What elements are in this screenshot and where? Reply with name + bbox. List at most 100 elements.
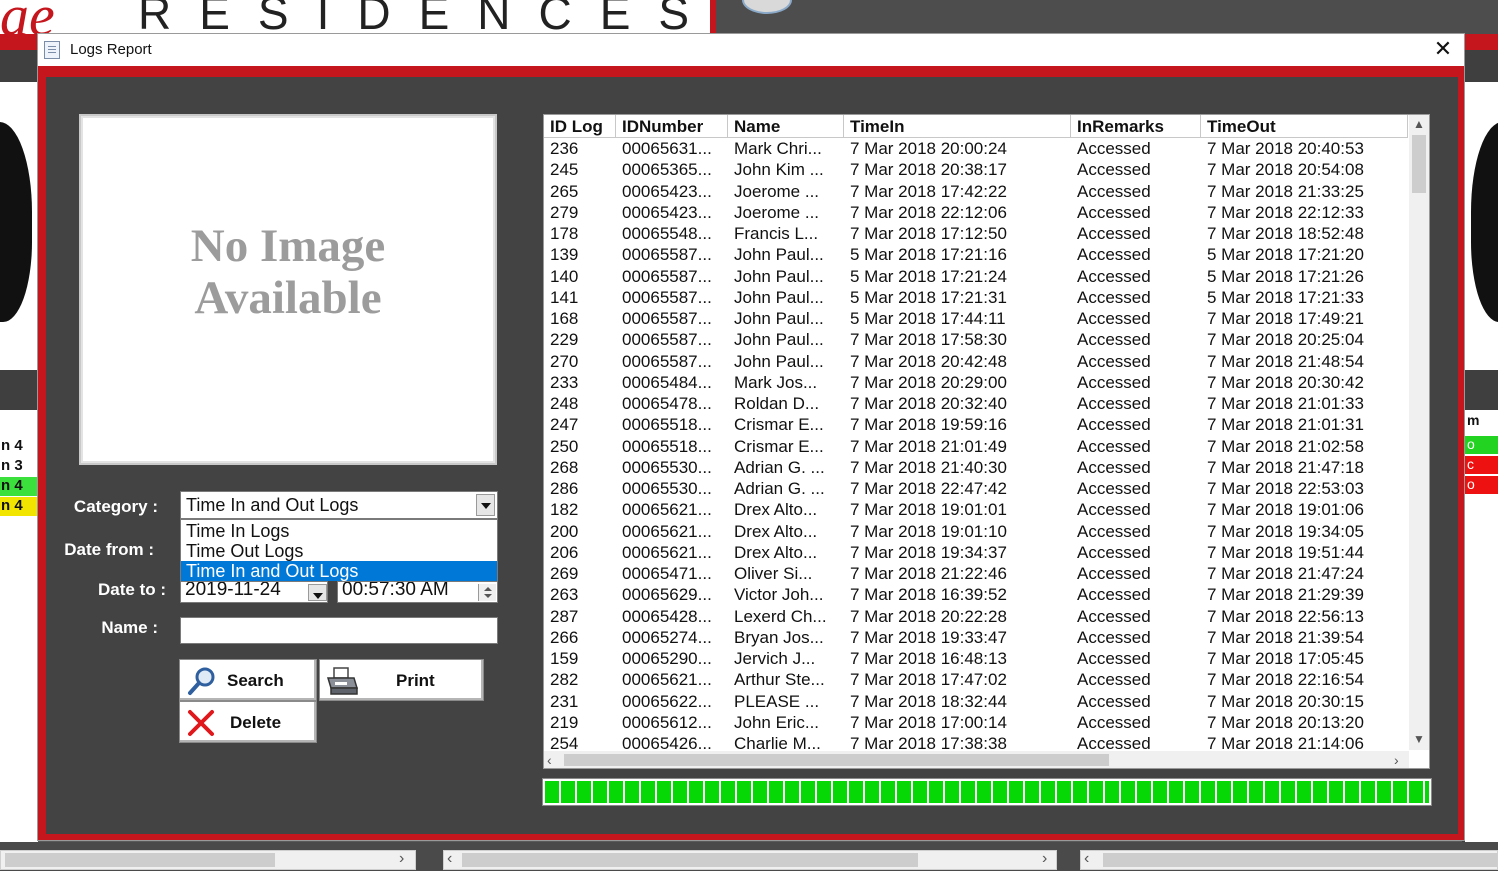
category-dropdown-list: Time In Logs Time Out Logs Time In and O… <box>180 519 498 581</box>
scroll-thumb[interactable] <box>564 754 1109 766</box>
table-row[interactable]: 168 00065587... John Paul... 5 Mar 2018 17:… <box>544 308 1408 329</box>
table-row[interactable]: 140 00065587... John Paul... 5 Mar 2018 17:… <box>544 266 1408 287</box>
category-option-time-in[interactable]: Time In Logs <box>181 521 497 541</box>
table-row[interactable]: 229 00065587... John Paul... 7 Mar 2018 17:… <box>544 329 1408 350</box>
column-header[interactable]: Name <box>728 115 844 138</box>
table-cell: 00065621... <box>622 500 712 520</box>
background-scrollbar[interactable]: ‹ › <box>443 850 1057 870</box>
silhouette-icon <box>0 122 32 322</box>
name-input[interactable] <box>180 617 498 644</box>
table-cell: 233 <box>550 372 579 392</box>
table-cell: Oliver Si... <box>734 564 813 583</box>
table-cell: 7 Mar 2018 20:42:48 <box>850 351 1007 371</box>
report-icon <box>44 41 60 59</box>
table-row[interactable]: 206 00065621... Drex Alto... 7 Mar 2018 19:… <box>544 542 1408 563</box>
table-cell: 7 Mar 2018 20:32:40 <box>850 394 1007 413</box>
column-header[interactable]: IDNumber <box>616 115 728 138</box>
table-cell: 7 Mar 2018 19:51:44 <box>1207 542 1364 562</box>
grid-vertical-scrollbar[interactable]: ▲ ▼ <box>1409 115 1429 750</box>
table-cell: 7 Mar 2018 17:42:22 <box>850 181 1007 201</box>
table-row[interactable]: 254 00065426... Charlie M... 7 Mar 2018 17:… <box>544 733 1408 750</box>
print-button[interactable]: Print <box>319 659 484 701</box>
table-cell: 7 Mar 2018 21:01:31 <box>1207 415 1364 435</box>
table-row[interactable]: 270 00065587... John Paul... 7 Mar 2018 20:… <box>544 351 1408 372</box>
table-cell: 7 Mar 2018 20:40:53 <box>1207 139 1364 158</box>
column-header[interactable]: TimeOut <box>1201 115 1408 138</box>
dialog-titlebar[interactable]: Logs Report ✕ <box>38 34 1464 66</box>
table-row[interactable]: 245 00065365... John Kim ... 7 Mar 2018 20:… <box>544 159 1408 180</box>
close-button[interactable]: ✕ <box>1430 37 1456 63</box>
table-cell: Accessed <box>1077 330 1151 350</box>
table-row[interactable]: 263 00065629... Victor Joh... 7 Mar 2018 16… <box>544 584 1408 605</box>
table-cell: 236 <box>550 139 579 158</box>
date-to-picker[interactable]: 2019-11-24 <box>180 581 328 603</box>
table-cell: 247 <box>550 415 579 435</box>
table-cell: Joerome ... <box>734 181 820 201</box>
table-cell: 7 Mar 2018 20:30:42 <box>1207 372 1364 392</box>
table-cell: Arthur Ste... <box>734 670 825 690</box>
table-cell: 7 Mar 2018 22:16:54 <box>1207 670 1364 690</box>
date-to-dropdown-button[interactable] <box>308 584 327 601</box>
table-row[interactable]: 233 00065484... Mark Jos... 7 Mar 2018 20:2… <box>544 372 1408 393</box>
table-cell: 00065530... <box>622 479 712 498</box>
table-cell: Joerome ... <box>734 202 820 222</box>
table-row[interactable]: 269 00065471... Oliver Si... 7 Mar 2018 21:… <box>544 563 1408 584</box>
table-cell: 5 Mar 2018 17:21:31 <box>850 287 1007 307</box>
table-row[interactable]: 250 00065518... Crismar E... 7 Mar 2018 21:… <box>544 436 1408 457</box>
scroll-up-arrow-icon[interactable]: ▲ <box>1409 115 1429 133</box>
table-cell: 00065518... <box>622 436 712 456</box>
table-row[interactable]: 266 00065274... Bryan Jos... 7 Mar 2018 19:… <box>544 627 1408 648</box>
table-cell: Accessed <box>1077 649 1151 668</box>
table-row[interactable]: 139 00065587... John Paul... 5 Mar 2018 17:… <box>544 244 1408 265</box>
scroll-right-arrow-icon[interactable]: › <box>1394 751 1399 768</box>
scroll-down-arrow-icon[interactable]: ▼ <box>1409 730 1429 748</box>
table-row[interactable]: 200 00065621... Drex Alto... 7 Mar 2018 19:… <box>544 521 1408 542</box>
background-scrollbar[interactable]: ‹ <box>1080 850 1498 870</box>
table-row[interactable]: 279 00065423... Joerome ... 7 Mar 2018 22:1… <box>544 202 1408 223</box>
background-left-photo <box>0 82 38 370</box>
background-scrollbar[interactable]: › <box>0 850 416 870</box>
table-row[interactable]: 141 00065587... John Paul... 5 Mar 2018 17:… <box>544 287 1408 308</box>
table-row[interactable]: 286 00065530... Adrian G. ... 7 Mar 2018 22… <box>544 478 1408 499</box>
table-row[interactable]: 182 00065621... Drex Alto... 7 Mar 2018 19:… <box>544 499 1408 520</box>
column-header[interactable]: InRemarks <box>1071 115 1201 138</box>
table-cell: Victor Joh... <box>734 585 824 605</box>
table-row[interactable]: 178 00065548... Francis L... 7 Mar 2018 17:… <box>544 223 1408 244</box>
table-row[interactable]: 231 00065622... PLEASE ... 7 Mar 2018 18:32… <box>544 691 1408 712</box>
table-cell: 231 <box>550 691 579 711</box>
table-cell: Francis L... <box>734 224 819 243</box>
background-status-cell: c <box>1465 456 1498 474</box>
time-to-picker[interactable]: 00:57:30 AM <box>337 581 498 603</box>
table-cell: John Paul... <box>734 245 824 265</box>
table-row[interactable]: 219 00065612... John Eric... 7 Mar 2018 17:… <box>544 712 1408 733</box>
table-row[interactable]: 282 00065621... Arthur Ste... 7 Mar 2018 17… <box>544 669 1408 690</box>
table-cell: 00065587... <box>622 245 712 265</box>
table-row[interactable]: 265 00065423... Joerome ... 7 Mar 2018 17:4… <box>544 181 1408 202</box>
table-row[interactable]: 236 00065631... Mark Chri... 7 Mar 2018 20:… <box>544 138 1408 159</box>
scroll-thumb[interactable] <box>1412 135 1426 193</box>
column-header[interactable]: TimeIn <box>844 115 1071 138</box>
search-button[interactable]: Search <box>179 659 317 701</box>
category-option-time-out[interactable]: Time Out Logs <box>181 541 497 561</box>
delete-button[interactable]: Delete <box>179 701 317 743</box>
table-cell: 00065426... <box>622 734 712 750</box>
table-cell: 7 Mar 2018 17:49:21 <box>1207 309 1364 328</box>
table-row[interactable]: 287 00065428... Lexerd Ch... 7 Mar 2018 20:… <box>544 606 1408 627</box>
column-header[interactable]: ID Log <box>544 115 616 138</box>
table-row[interactable]: 159 00065290... Jervich J... 7 Mar 2018 16:… <box>544 648 1408 669</box>
scroll-left-arrow-icon[interactable]: ‹ <box>547 751 552 768</box>
table-cell: 7 Mar 2018 21:47:18 <box>1207 457 1364 477</box>
category-select[interactable]: Time In and Out Logs <box>180 491 498 519</box>
table-row[interactable]: 268 00065530... Adrian G. ... 7 Mar 2018 21… <box>544 457 1408 478</box>
time-spinner[interactable] <box>478 584 496 601</box>
table-row[interactable]: 248 00065478... Roldan D... 7 Mar 2018 20:3… <box>544 393 1408 414</box>
category-dropdown-button[interactable] <box>476 494 495 516</box>
table-cell: 7 Mar 2018 21:01:49 <box>850 436 1007 456</box>
category-option-time-in-out[interactable]: Time In and Out Logs <box>181 561 497 581</box>
table-row[interactable]: 247 00065518... Crismar E... 7 Mar 2018 19:… <box>544 414 1408 435</box>
table-cell: 5 Mar 2018 17:21:16 <box>850 245 1007 265</box>
table-cell: John Kim ... <box>734 160 824 180</box>
date-to-label: Date to : <box>98 580 166 599</box>
grid-horizontal-scrollbar[interactable]: ‹ › <box>544 751 1409 768</box>
table-cell: 7 Mar 2018 21:40:30 <box>850 457 1007 477</box>
